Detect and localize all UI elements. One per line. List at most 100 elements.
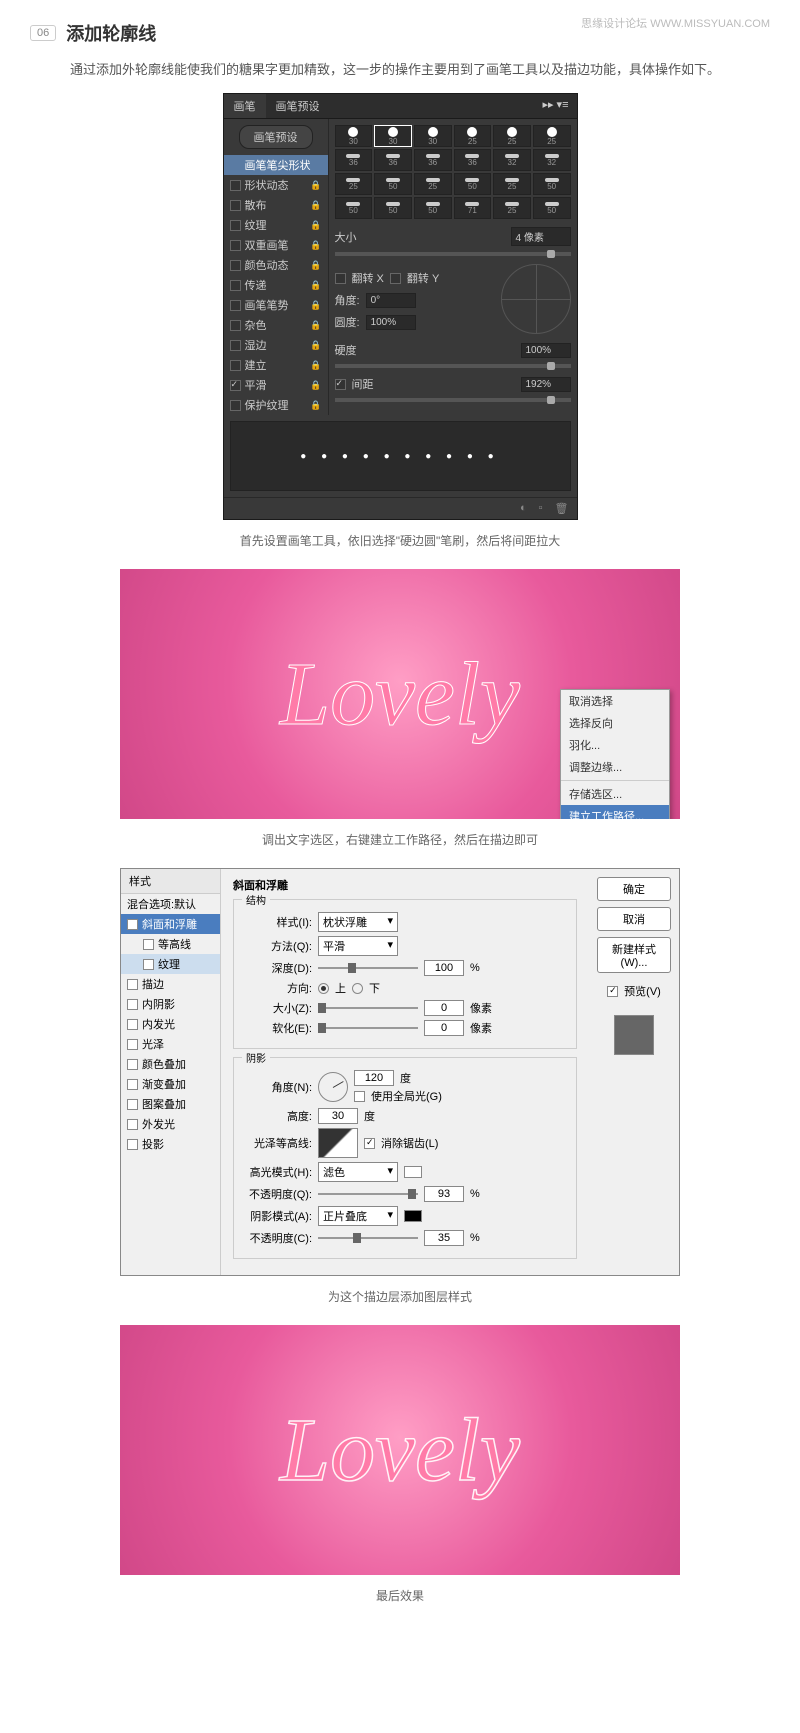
new-icon[interactable]: ▫ <box>539 502 543 515</box>
style-checkbox[interactable] <box>127 1119 138 1130</box>
style-row[interactable]: 颜色叠加 <box>121 1054 220 1074</box>
brush-tip-swatch[interactable]: 50 <box>374 197 412 219</box>
style-row[interactable]: 渐变叠加 <box>121 1074 220 1094</box>
depth-slider[interactable] <box>318 967 418 969</box>
spacing-slider[interactable] <box>335 398 571 402</box>
shadow-opacity-slider[interactable] <box>318 1237 418 1239</box>
highlight-color-swatch[interactable] <box>404 1166 422 1178</box>
style-checkbox[interactable] <box>143 959 154 970</box>
style-checkbox[interactable] <box>127 1019 138 1030</box>
flip-y-checkbox[interactable] <box>390 273 401 284</box>
brush-option-row[interactable]: 保护纹理🔒 <box>224 395 328 415</box>
option-checkbox[interactable] <box>230 280 241 291</box>
spacing-checkbox[interactable] <box>335 379 346 390</box>
preview-checkbox[interactable] <box>607 986 618 997</box>
option-checkbox[interactable] <box>230 400 241 411</box>
style-row[interactable]: 投影 <box>121 1134 220 1154</box>
context-menu-item[interactable]: 存储选区... <box>561 783 669 805</box>
brush-tip-swatch[interactable]: 25 <box>493 125 531 147</box>
dir-up-radio[interactable] <box>318 983 329 994</box>
brush-option-row[interactable]: 杂色🔒 <box>224 315 328 335</box>
style-row[interactable]: 内发光 <box>121 1014 220 1034</box>
toggle-icon[interactable]: ◐ <box>520 502 527 515</box>
global-light-checkbox[interactable] <box>354 1091 365 1102</box>
option-checkbox[interactable] <box>230 360 241 371</box>
brush-tip-swatch[interactable]: 25 <box>454 125 492 147</box>
soften-slider[interactable] <box>318 1027 418 1029</box>
brush-tip-swatch[interactable]: 32 <box>493 149 531 171</box>
style-checkbox[interactable] <box>143 939 154 950</box>
brush-option-row[interactable]: 平滑🔒 <box>224 375 328 395</box>
option-checkbox[interactable] <box>230 240 241 251</box>
brush-tip-swatch[interactable]: 25 <box>533 125 571 147</box>
brush-preset-button[interactable]: 画笔预设 <box>239 125 313 149</box>
tab-brush-preset[interactable]: 画笔预设 <box>266 94 330 118</box>
brush-tip-swatch[interactable]: 30 <box>414 125 452 147</box>
option-checkbox[interactable] <box>230 200 241 211</box>
brush-tip-swatch[interactable]: 25 <box>335 173 373 195</box>
option-checkbox[interactable] <box>230 320 241 331</box>
style-checkbox[interactable] <box>127 919 138 930</box>
trash-icon[interactable]: 🗑 <box>555 502 569 515</box>
brush-option-row[interactable]: 画笔笔势🔒 <box>224 295 328 315</box>
style-checkbox[interactable] <box>127 1139 138 1150</box>
spacing-input[interactable]: 192% <box>521 377 571 392</box>
tab-brush[interactable]: 画笔 <box>224 94 266 118</box>
ok-button[interactable]: 确定 <box>597 877 671 901</box>
style-row[interactable]: 等高线 <box>121 934 220 954</box>
option-checkbox[interactable] <box>230 340 241 351</box>
highlight-mode-select[interactable]: 滤色▾ <box>318 1162 398 1182</box>
style-row[interactable]: 纹理 <box>121 954 220 974</box>
brush-tip-swatch[interactable]: 36 <box>454 149 492 171</box>
style-checkbox[interactable] <box>127 1059 138 1070</box>
gloss-contour-picker[interactable] <box>318 1128 358 1158</box>
shadow-opacity-input[interactable]: 35 <box>424 1230 464 1246</box>
size-slider[interactable] <box>318 1007 418 1009</box>
context-menu-item[interactable]: 调整边缘... <box>561 756 669 778</box>
brush-option-row[interactable]: 画笔笔尖形状 <box>224 155 328 175</box>
depth-input[interactable]: 100 <box>424 960 464 976</box>
antialias-checkbox[interactable] <box>364 1138 375 1149</box>
hardness-slider[interactable] <box>335 364 571 368</box>
style-checkbox[interactable] <box>127 1039 138 1050</box>
angle-dial[interactable] <box>318 1072 348 1102</box>
shadow-color-swatch[interactable] <box>404 1210 422 1222</box>
context-menu-item[interactable]: 羽化... <box>561 734 669 756</box>
brush-option-row[interactable]: 形状动态🔒 <box>224 175 328 195</box>
size-input[interactable]: 4 像素 <box>511 227 571 246</box>
angle-dial[interactable] <box>501 264 571 334</box>
option-checkbox[interactable] <box>230 180 241 191</box>
highlight-opacity-input[interactable]: 93 <box>424 1186 464 1202</box>
angle-input[interactable]: 120 <box>354 1070 394 1086</box>
shadow-mode-select[interactable]: 正片叠底▾ <box>318 1206 398 1226</box>
brush-option-row[interactable]: 湿边🔒 <box>224 335 328 355</box>
brush-option-row[interactable]: 颜色动态🔒 <box>224 255 328 275</box>
style-checkbox[interactable] <box>127 999 138 1010</box>
altitude-input[interactable]: 30 <box>318 1108 358 1124</box>
brush-option-row[interactable]: 纹理🔒 <box>224 215 328 235</box>
style-row[interactable]: 内阴影 <box>121 994 220 1014</box>
style-select[interactable]: 枕状浮雕▾ <box>318 912 398 932</box>
size-input[interactable]: 0 <box>424 1000 464 1016</box>
brush-tip-swatch[interactable]: 30 <box>335 125 373 147</box>
panel-menu-icon[interactable]: ▸▸ ▾≡ <box>534 94 576 118</box>
style-row[interactable]: 光泽 <box>121 1034 220 1054</box>
brush-tip-swatch[interactable]: 30 <box>374 125 412 147</box>
brush-tip-swatch[interactable]: 25 <box>493 197 531 219</box>
brush-tip-swatch[interactable]: 50 <box>335 197 373 219</box>
context-menu-item[interactable]: 取消选择 <box>561 690 669 712</box>
brush-tip-swatch[interactable]: 71 <box>454 197 492 219</box>
hardness-input[interactable]: 100% <box>521 343 571 358</box>
option-checkbox[interactable] <box>230 300 241 311</box>
soften-input[interactable]: 0 <box>424 1020 464 1036</box>
dir-down-radio[interactable] <box>352 983 363 994</box>
brush-tip-swatch[interactable]: 50 <box>454 173 492 195</box>
brush-tip-swatch[interactable]: 50 <box>374 173 412 195</box>
angle-input[interactable]: 0° <box>366 293 416 308</box>
context-menu-item[interactable]: 选择反向 <box>561 712 669 734</box>
brush-tip-swatch[interactable]: 50 <box>533 197 571 219</box>
brush-option-row[interactable]: 散布🔒 <box>224 195 328 215</box>
brush-tip-swatch[interactable]: 25 <box>414 173 452 195</box>
brush-option-row[interactable]: 建立🔒 <box>224 355 328 375</box>
brush-tip-swatch[interactable]: 32 <box>533 149 571 171</box>
